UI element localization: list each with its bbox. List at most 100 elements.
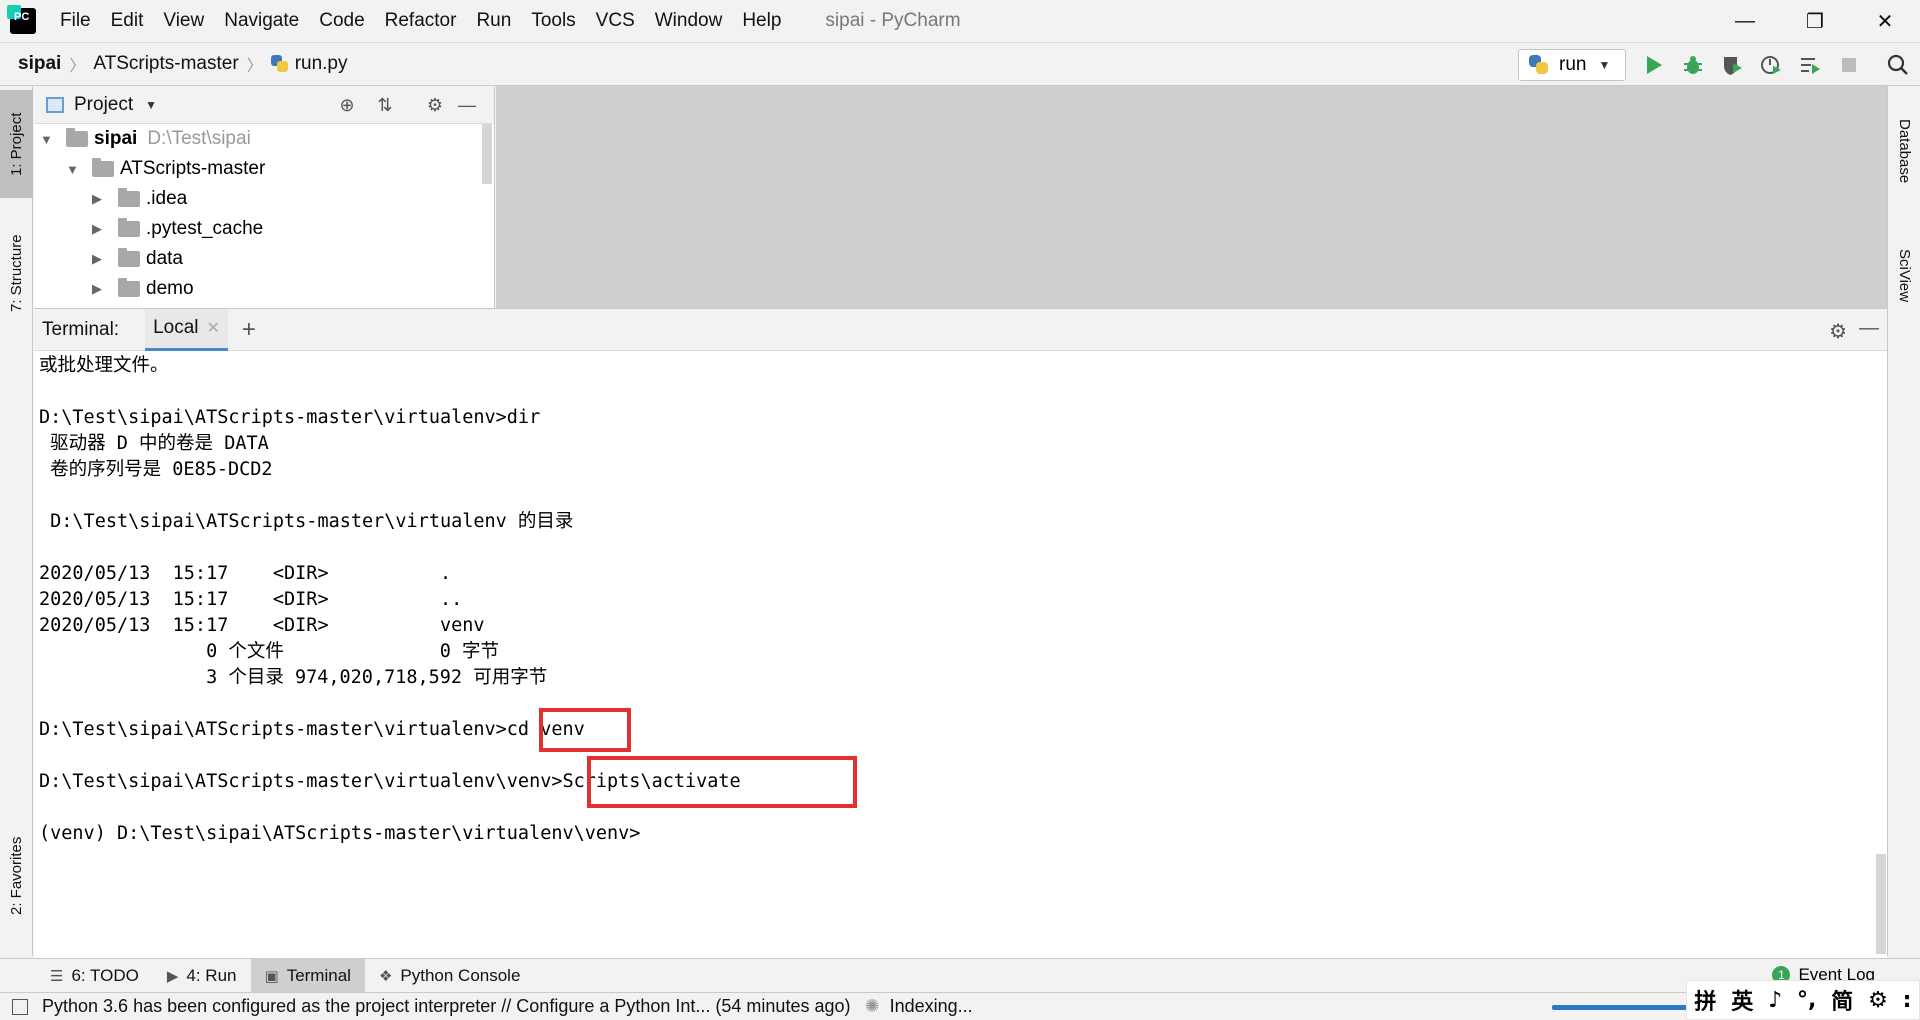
gear-icon[interactable]: ⚙ (1829, 319, 1847, 344)
stop-icon[interactable] (1837, 53, 1861, 77)
tree-node-label: ATScripts-master (120, 158, 266, 179)
tree-node-data[interactable]: ▶ data (92, 244, 183, 274)
folder-icon (66, 128, 88, 147)
tool-window-sciview-label: SciView (1896, 249, 1913, 303)
run-icon[interactable] (1642, 53, 1666, 77)
profile-icon[interactable] (1759, 53, 1783, 77)
chevron-right-icon: 〉 (246, 58, 263, 75)
breadcrumb-folder[interactable]: ATScripts-master (93, 53, 238, 75)
terminal-line: 3 个目录 974,020,718,592 可用字节 (39, 667, 548, 688)
menu-view[interactable]: View (153, 10, 214, 32)
folder-icon (118, 188, 140, 207)
right-tool-stripe: Database SciView (1887, 86, 1920, 956)
collapsed-arrow-icon[interactable]: ▶ (92, 221, 110, 237)
terminal-tab-label: Local (153, 317, 199, 338)
menu-run[interactable]: Run (466, 10, 521, 32)
highlight-scripts-activate (587, 756, 857, 808)
folder-icon (92, 158, 114, 177)
terminal-line: 卷的序列号是 0E85-DCD2 (39, 459, 273, 480)
ime-moon-icon[interactable]: ♪ (1768, 988, 1782, 1013)
toggle-tool-windows-icon[interactable] (12, 998, 28, 1015)
hide-icon[interactable]: — (456, 94, 478, 116)
ime-more-icon[interactable]: : (1903, 988, 1912, 1013)
tree-node-sipai[interactable]: ▼ sipai D:\Test\sipai (40, 124, 251, 154)
tool-window-sciview[interactable]: SciView (1888, 226, 1920, 326)
indexing-progress-bar[interactable] (1552, 1005, 1692, 1010)
breadcrumb-project[interactable]: sipai (18, 53, 61, 75)
tool-window-structure[interactable]: 7: Structure (0, 214, 33, 332)
menu-vcs[interactable]: VCS (586, 10, 645, 32)
breadcrumb-file[interactable]: run.py (270, 53, 348, 75)
menu-navigate[interactable]: Navigate (214, 10, 309, 32)
ime-simplified-icon[interactable]: 简 (1831, 984, 1853, 1016)
project-panel-header: Project ▼ ⊕ ⇅ ⚙ — (34, 86, 494, 124)
terminal-line: 0 个文件 0 字节 (39, 641, 500, 662)
chevron-down-icon[interactable]: ▼ (145, 98, 157, 112)
tree-node-label: demo (146, 278, 194, 299)
tool-window-database[interactable]: Database (1888, 96, 1920, 206)
minimize-button[interactable]: — (1710, 0, 1780, 42)
collapsed-arrow-icon[interactable]: ▶ (92, 251, 110, 267)
tool-tab-run[interactable]: ▶ 4: Run (153, 959, 251, 993)
collapsed-arrow-icon[interactable]: ▶ (92, 191, 110, 207)
window-controls: — ❐ ✕ (1710, 0, 1920, 42)
menu-edit[interactable]: Edit (101, 10, 154, 32)
concurrency-icon[interactable] (1798, 53, 1822, 77)
gear-icon[interactable]: ⚙ (424, 94, 446, 116)
close-icon[interactable]: ✕ (207, 318, 220, 338)
tree-node-idea[interactable]: ▶ .idea (92, 184, 187, 214)
highlight-cd-venv (539, 708, 631, 752)
terminal-line: D:\Test\sipai\ATScripts-master\virtualen… (39, 511, 574, 532)
project-scrollbar[interactable] (482, 124, 492, 184)
search-icon[interactable] (1886, 53, 1910, 77)
hide-icon[interactable]: — (1859, 317, 1879, 340)
ime-pinyin-icon[interactable]: 拼 (1694, 984, 1716, 1016)
project-view-icon (46, 96, 64, 113)
tree-node-atscripts-master[interactable]: ▼ ATScripts-master (66, 154, 265, 184)
ime-settings-icon[interactable]: ⚙ (1868, 988, 1888, 1013)
collapsed-arrow-icon[interactable]: ▶ (92, 281, 110, 297)
tool-tab-todo[interactable]: ☰ 6: TODO (36, 959, 153, 993)
expanded-arrow-icon[interactable]: ▼ (66, 162, 84, 177)
tree-node-demo[interactable]: ▶ demo (92, 274, 194, 304)
locate-icon[interactable]: ⊕ (336, 94, 358, 116)
terminal-scrollbar[interactable] (1876, 854, 1886, 954)
tool-window-favorites[interactable]: 2: Favorites (0, 816, 33, 936)
menu-code[interactable]: Code (309, 10, 374, 32)
python-file-icon (270, 55, 289, 73)
tree-node-pytest-cache[interactable]: ▶ .pytest_cache (92, 214, 263, 244)
left-tool-stripe: 1: Project 7: Structure 2: Favorites (0, 86, 33, 956)
terminal-tab-local[interactable]: Local ✕ (145, 308, 228, 351)
run-configuration-select[interactable]: run ▼ (1518, 49, 1626, 81)
ime-toolbar: 拼 英 ♪ °, 简 ⚙ : (1686, 980, 1920, 1020)
indexing-status[interactable]: Indexing... (890, 996, 973, 1017)
new-terminal-button[interactable]: + (242, 316, 256, 344)
status-message[interactable]: Python 3.6 has been configured as the pr… (42, 996, 850, 1017)
editor-area-empty (496, 86, 1887, 308)
menu-file[interactable]: File (50, 10, 101, 32)
tool-tab-label: Python Console (400, 965, 521, 985)
tool-window-project[interactable]: 1: Project (0, 90, 33, 198)
menu-refactor[interactable]: Refactor (375, 10, 467, 32)
project-panel-title[interactable]: Project (74, 94, 133, 116)
close-button[interactable]: ✕ (1850, 0, 1920, 42)
ime-punctuation-icon[interactable]: °, (1797, 988, 1816, 1013)
terminal-line: 2020/05/13 15:17 <DIR> .. (39, 589, 463, 610)
menu-help[interactable]: Help (732, 10, 791, 32)
ime-english-icon[interactable]: 英 (1731, 984, 1753, 1016)
terminal-line: D:\Test\sipai\ATScripts-master\virtualen… (39, 719, 585, 740)
terminal-panel: Terminal: Local ✕ + ⚙ — 或批处理文件。 D:\Test\… (34, 308, 1887, 958)
tool-tab-python-console[interactable]: ❖ Python Console (365, 959, 534, 993)
restore-button[interactable]: ❐ (1780, 0, 1850, 42)
navigation-bar: sipai 〉 ATScripts-master 〉 run.py run ▼ (0, 42, 1920, 86)
menu-tools[interactable]: Tools (521, 10, 585, 32)
loading-spinner-icon: ✺ (864, 996, 880, 1016)
collapse-all-icon[interactable]: ⇅ (374, 94, 396, 116)
coverage-icon[interactable] (1720, 53, 1744, 77)
tool-tab-terminal[interactable]: ▣ Terminal (250, 958, 365, 993)
debug-icon[interactable] (1681, 53, 1705, 77)
menu-window[interactable]: Window (645, 10, 733, 32)
tree-node-label: .idea (146, 188, 188, 209)
terminal-line: 2020/05/13 15:17 <DIR> . (39, 563, 452, 584)
expanded-arrow-icon[interactable]: ▼ (40, 132, 58, 147)
